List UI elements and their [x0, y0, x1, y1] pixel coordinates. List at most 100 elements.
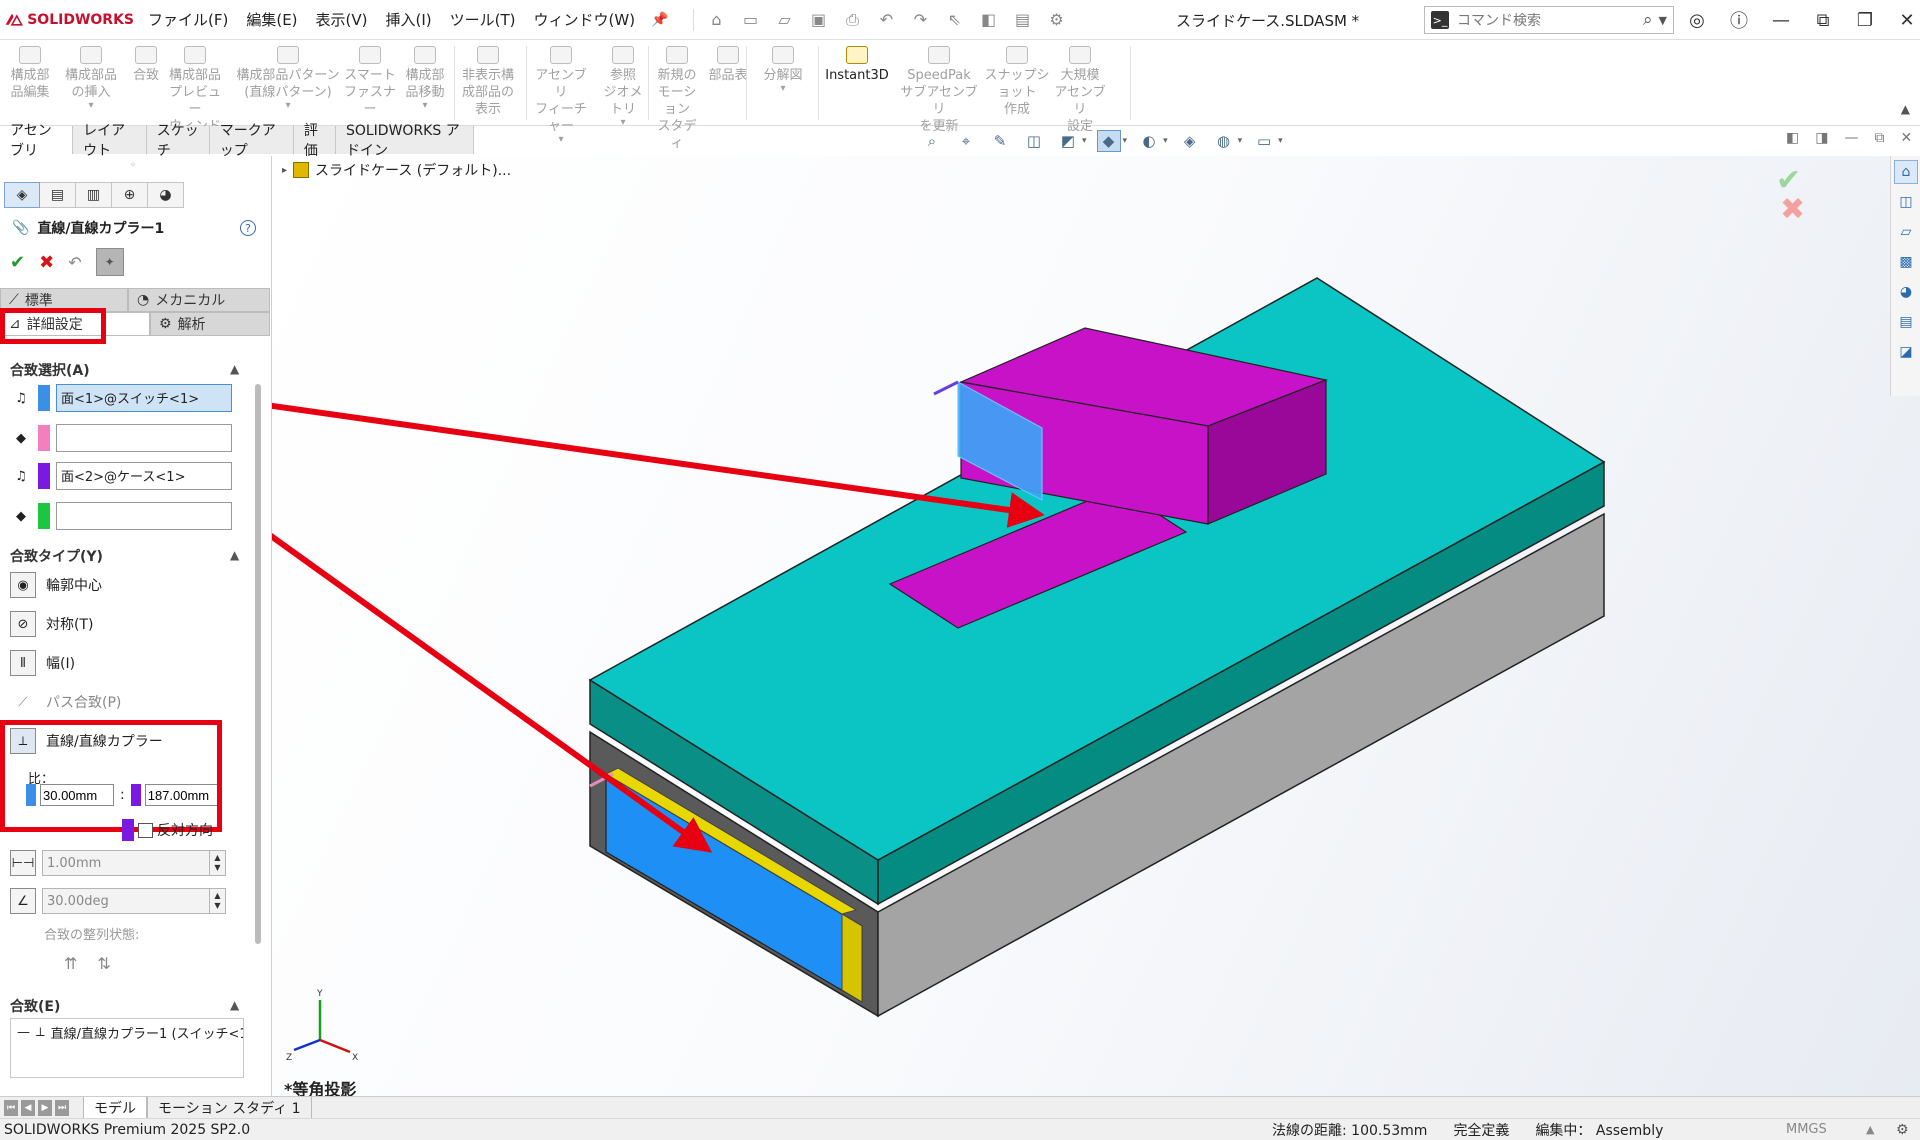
file-properties-icon[interactable]: ▤ — [1012, 9, 1034, 31]
close-icon[interactable]: ✕ — [1900, 130, 1912, 146]
chevron-down-icon[interactable]: ▾ — [1278, 136, 1283, 146]
panel-grip[interactable]: ◦ — [130, 160, 136, 171]
ribbon-edit-component-button[interactable]: 構成部 品編集 — [4, 46, 56, 101]
ribbon-instant3d-button[interactable]: Instant3D — [822, 46, 892, 84]
design-library-icon[interactable]: ◫ — [1894, 190, 1918, 214]
save-icon[interactable]: ▣ — [808, 9, 830, 31]
list-item[interactable]: — ⟂ 直線/直線カプラー1 (スイッチ<1 — [17, 1023, 243, 1042]
ribbon-assembly-feature-button[interactable]: アセンブリ フィーチャー ▾ — [530, 46, 592, 145]
chevron-down-icon[interactable]: ▾ — [1238, 136, 1243, 146]
search-icon[interactable]: ⌕ — [1643, 10, 1653, 30]
collapse-ribbon-icon[interactable]: ▲ — [1901, 102, 1910, 116]
chevron-down-icon[interactable]: ▾ — [60, 101, 122, 111]
view-orientation-icon[interactable]: ◩ — [1056, 130, 1080, 152]
ribbon-linear-pattern-button[interactable]: 構成部品パターン (直線パターン) ▾ — [234, 46, 342, 111]
collapse-caret-icon[interactable]: ▲ — [230, 548, 239, 562]
customize-status-icon[interactable]: ⚙ — [1896, 1122, 1909, 1138]
chevron-down-icon[interactable]: ▾ — [1123, 136, 1128, 146]
ribbon-smart-fastener-button[interactable]: スマート ファスナー — [344, 46, 396, 118]
search-input[interactable]: コマンド検索 — [1457, 10, 1643, 30]
collapse-caret-icon[interactable]: ▲ — [230, 362, 239, 376]
assembly-model[interactable] — [272, 156, 1920, 1096]
file-explorer-icon[interactable]: ▱ — [1894, 220, 1918, 244]
zoom-to-area-icon[interactable]: ⌖ — [954, 130, 978, 152]
open-folder-icon[interactable]: ▱ — [774, 9, 796, 31]
panel-scrollbar[interactable] — [255, 384, 261, 944]
scene-icon[interactable]: ◍ — [1212, 130, 1236, 152]
tab-evaluate[interactable]: 評価 — [293, 123, 336, 159]
hide-show-items-icon[interactable]: ◐ — [1137, 130, 1161, 152]
rebuild-icon[interactable]: ◧ — [978, 9, 1000, 31]
reference-1-field[interactable] — [56, 424, 232, 452]
chevron-down-icon[interactable]: ▾ — [598, 118, 648, 128]
ok-check-icon[interactable]: ✔ — [10, 252, 25, 273]
mate-type-width[interactable]: ⫴ 幅(I) — [10, 650, 75, 676]
view-settings-icon[interactable]: ▭ — [1252, 130, 1276, 152]
aligned-icon[interactable]: ⇈ — [64, 954, 77, 973]
menu-edit[interactable]: 編集(E) — [246, 9, 297, 30]
anti-aligned-icon[interactable]: ⇅ — [97, 954, 110, 973]
menu-view[interactable]: 表示(V) — [316, 9, 368, 30]
account-icon[interactable]: ◎ — [1686, 10, 1708, 31]
pin-menu-icon[interactable]: 📌 — [651, 12, 668, 28]
previous-view-icon[interactable]: ✎ — [988, 130, 1012, 152]
ribbon-large-assembly-button[interactable]: 大規模 アセンブリ 設定 — [1054, 46, 1106, 135]
ribbon-move-component-button[interactable]: 構成部 品移動 ▾ — [400, 46, 450, 111]
display-manager-tab-icon[interactable]: ◕ — [148, 182, 184, 208]
collapse-caret-icon[interactable]: ▲ — [230, 998, 239, 1012]
forum-icon[interactable]: ◪ — [1894, 340, 1918, 364]
undo-icon[interactable]: ↶ — [68, 253, 81, 272]
tile-right-icon[interactable]: ◨ — [1815, 130, 1828, 146]
help-icon[interactable]: ⓘ — [1728, 7, 1750, 33]
menu-tools[interactable]: ツール(T) — [450, 9, 516, 30]
minimize-icon[interactable]: — — [1844, 130, 1858, 146]
chevron-down-icon[interactable]: ▾ — [234, 101, 342, 111]
reference-2-field[interactable] — [56, 502, 232, 530]
view-palette-icon[interactable]: ▩ — [1894, 250, 1918, 274]
dimxpert-tab-icon[interactable]: ⊕ — [112, 182, 148, 208]
zoom-to-fit-icon[interactable]: ⌕ — [920, 130, 944, 152]
entity-2-field[interactable]: 面<2>@ケース<1> — [56, 462, 232, 490]
close-icon[interactable]: ✕ — [1896, 10, 1918, 31]
property-manager-tab-icon[interactable]: ▤ — [40, 182, 76, 208]
tile-left-icon[interactable]: ◧ — [1786, 130, 1799, 146]
chevron-down-icon[interactable]: ▾ — [1082, 136, 1087, 146]
chevron-down-icon[interactable]: ▾ — [400, 101, 450, 111]
maximize-icon[interactable]: ❐ — [1854, 10, 1876, 31]
tab-analysis[interactable]: ⚙ 解析 — [150, 312, 270, 336]
restore-icon[interactable]: ⧉ — [1874, 130, 1884, 146]
ribbon-mate-button[interactable]: 合致 — [130, 46, 162, 84]
appearance-icon[interactable]: ◈ — [1178, 130, 1202, 152]
chevron-down-icon[interactable]: ▾ — [530, 135, 592, 145]
command-search[interactable]: >_ コマンド検索 ⌕ ▼ — [1424, 6, 1674, 34]
confirm-cancel-icon[interactable]: ✖ — [1780, 192, 1805, 227]
tab-sketch[interactable]: スケッチ — [146, 123, 210, 159]
ribbon-exploded-view-button[interactable]: 分解図 ▾ — [760, 46, 806, 94]
prev-tab-icon[interactable]: ◀ — [21, 1099, 35, 1116]
restore-icon[interactable]: ⧉ — [1812, 10, 1834, 31]
menu-file[interactable]: ファイル(F) — [148, 9, 228, 30]
feature-tree-root[interactable]: ▸ スライドケース (デフォルト)... — [282, 160, 511, 180]
feature-manager-tab-icon[interactable]: ◈ — [4, 182, 40, 208]
last-tab-icon[interactable]: ⏭ — [55, 1099, 69, 1116]
chevron-up-icon[interactable]: ▲ — [1866, 1123, 1874, 1136]
graphics-area[interactable]: ▸ スライドケース (デフォルト)... ✔ ✖ ⌂ ◫ ▱ ▩ ◕ ▤ ◪ Y… — [272, 156, 1920, 1096]
help-icon[interactable]: ? — [240, 220, 256, 236]
unit-system[interactable]: MMGS — [1786, 1122, 1827, 1137]
appearances-icon[interactable]: ◕ — [1894, 280, 1918, 304]
ribbon-insert-component-button[interactable]: 構成部品 の挿入 ▾ — [60, 46, 122, 111]
keep-visible-pushpin-icon[interactable]: ✦ — [95, 248, 124, 276]
ribbon-show-hidden-button[interactable]: 非表示構 成部品の 表示 — [458, 46, 518, 118]
tab-markup[interactable]: マークアップ — [209, 123, 294, 159]
mate-type-profile-center[interactable]: ◉ 輪郭中心 — [10, 572, 102, 598]
undo-icon[interactable]: ↶ — [876, 9, 898, 31]
tab-layout[interactable]: レイアウト — [73, 123, 147, 159]
display-style-icon[interactable]: ◆ — [1096, 130, 1121, 152]
chevron-down-icon[interactable]: ▾ — [760, 84, 806, 94]
entity-1-field[interactable]: 面<1>@スイッチ<1> — [56, 384, 232, 412]
tab-assembly[interactable]: アセンブリ — [0, 123, 74, 159]
redo-icon[interactable]: ↷ — [910, 9, 932, 31]
spinner-arrows-icon[interactable]: ▲ ▼ — [209, 851, 225, 875]
options-gear-icon[interactable]: ⚙ — [1046, 9, 1068, 31]
solidworks-logo[interactable]: SOLIDWORKS — [4, 10, 134, 30]
